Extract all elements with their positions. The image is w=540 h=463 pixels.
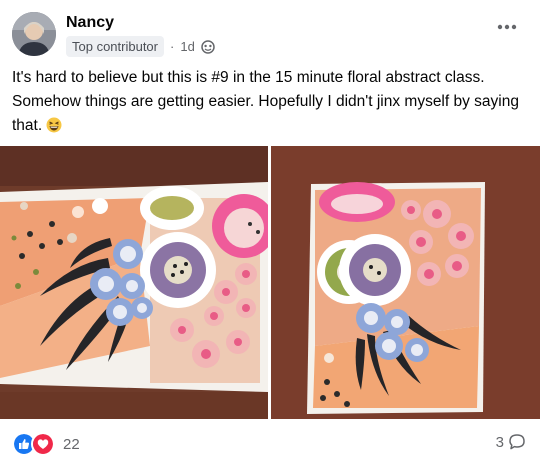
post-text-content: It's hard to believe but this is #9 in t… (12, 69, 519, 134)
grinning-squinting-face-icon (46, 117, 62, 133)
meta-separator: · (170, 39, 175, 54)
more-options-icon[interactable] (496, 22, 518, 32)
reaction-count[interactable]: 22 (63, 436, 80, 453)
post-meta: Top contributor · 1d (66, 36, 215, 57)
author-name[interactable]: Nancy (66, 14, 114, 32)
comment-icon (509, 434, 525, 450)
avatar[interactable] (12, 12, 56, 56)
post-header: Nancy Top contributor · 1d (0, 0, 540, 62)
photo-landscape[interactable] (0, 146, 268, 419)
reactions-summary[interactable]: 22 (12, 432, 80, 456)
comments-summary[interactable]: 3 (496, 433, 526, 451)
comment-count[interactable]: 3 (496, 434, 504, 451)
photo-portrait[interactable] (271, 146, 540, 419)
contributor-badge[interactable]: Top contributor (66, 36, 164, 57)
post-timestamp[interactable]: 1d (180, 39, 194, 54)
post-footer: 22 3 (0, 424, 540, 463)
photo-gallery (0, 146, 540, 419)
love-reaction-icon (31, 432, 55, 456)
post-text: It's hard to believe but this is #9 in t… (12, 66, 528, 138)
globe-icon (201, 39, 215, 54)
